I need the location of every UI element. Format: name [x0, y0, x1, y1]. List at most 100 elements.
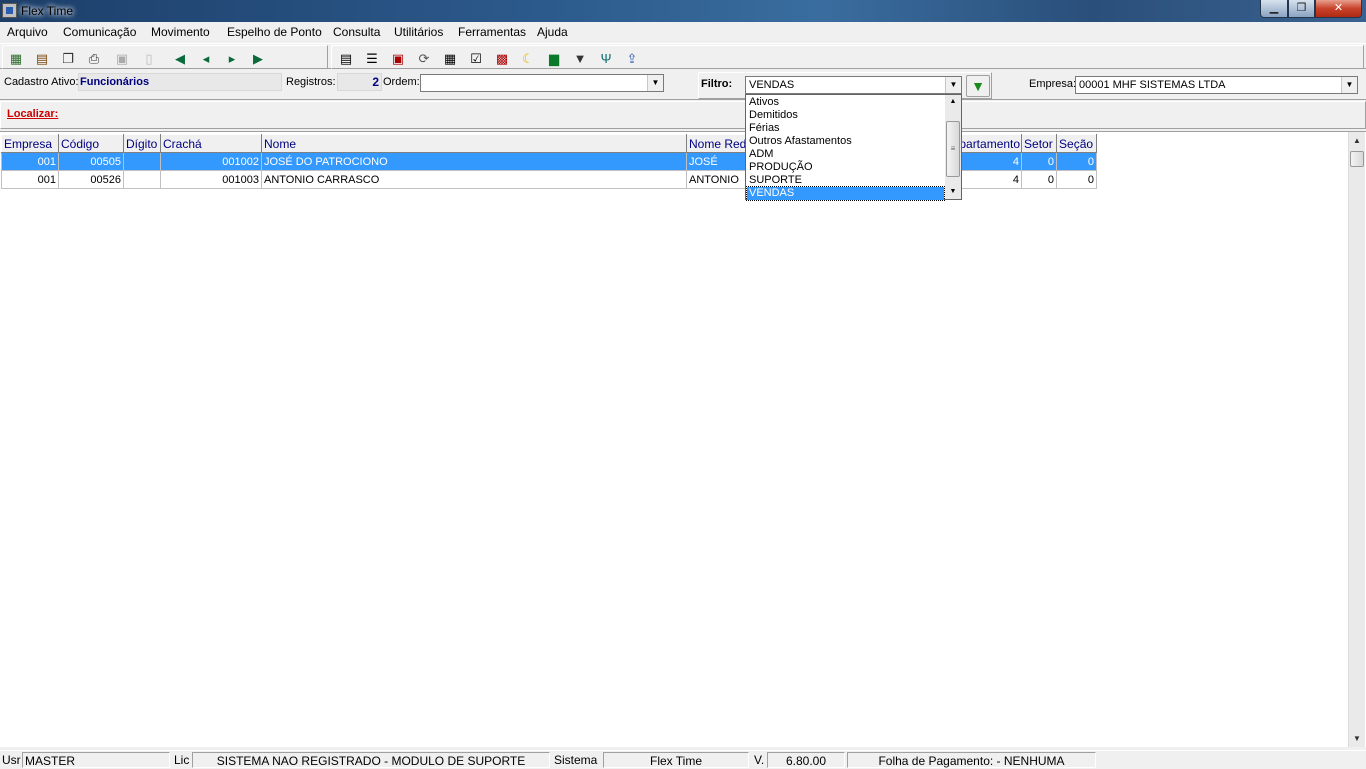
filtro-option[interactable]: PRODUÇÃO — [747, 161, 944, 174]
folha-pagamento-status: Folha de Pagamento: - NENHUMA — [847, 752, 1096, 768]
col-codigo[interactable]: Código — [58, 134, 124, 153]
ordem-select[interactable]: ▼ — [420, 74, 664, 92]
menu-movimento[interactable]: Movimento — [151, 25, 210, 39]
toolbar-group-records: ▦ ▤ ❐ ⎙ ▣ ▯ ◀ ◂ ▸ ▶ — [2, 45, 328, 69]
filtro-option[interactable]: Férias — [747, 122, 944, 135]
new-record-icon[interactable]: ▦ — [7, 49, 25, 67]
scroll-up-arrow-icon[interactable]: ▲ — [945, 95, 961, 109]
print-icon[interactable]: ⎙ — [85, 49, 103, 67]
minimize-button[interactable]: ▁ — [1260, 0, 1288, 18]
window-title: Flex Time — [21, 4, 74, 18]
cell-codigo: 00526 — [58, 170, 124, 189]
cell-digito — [123, 152, 161, 171]
filter-tool-icon[interactable]: Ψ — [597, 49, 615, 67]
filtro-dropdown-list: Ativos Demitidos Férias Outros Afastamen… — [745, 94, 962, 201]
scroll-up-arrow-icon[interactable]: ▲ — [1349, 132, 1365, 149]
maximize-button[interactable]: ❐ — [1288, 0, 1315, 18]
export-icon[interactable]: ⇪ — [623, 49, 641, 67]
chevron-down-icon[interactable]: ▼ — [945, 77, 961, 93]
toolbar: ▦ ▤ ❐ ⎙ ▣ ▯ ◀ ◂ ▸ ▶ ▤ ☰ ▣ ⟳ ▦ ☑ ▩ ☾ ▆ ▼ … — [0, 43, 1366, 69]
cell-empresa: 001 — [1, 170, 59, 189]
filtro-option[interactable]: ADM — [747, 148, 944, 161]
cell-secao: 0 — [1056, 170, 1098, 189]
registros-label: Registros: — [286, 76, 336, 88]
schedule-icon[interactable]: ▩ — [493, 49, 511, 67]
scroll-thumb[interactable] — [1350, 151, 1364, 167]
status-bar: Usr MASTER Lic SISTEMA NAO REGISTRADO - … — [0, 750, 1366, 768]
col-nome[interactable]: Nome — [261, 134, 687, 153]
col-cracha[interactable]: Crachá — [160, 134, 262, 153]
filtro-option-selected[interactable]: VENDAS — [746, 186, 945, 201]
first-record-icon[interactable]: ◀ — [171, 49, 189, 67]
filtro-option[interactable]: Ativos — [747, 96, 944, 109]
sign-icon[interactable]: ▼ — [571, 49, 589, 67]
empresa-label: Empresa: — [1029, 78, 1077, 90]
cell-nome: ANTONIO CARRASCO — [261, 170, 687, 189]
menu-ajuda[interactable]: Ajuda — [537, 25, 568, 39]
col-secao[interactable]: Seção — [1056, 134, 1098, 153]
previous-record-icon[interactable]: ◂ — [197, 49, 215, 67]
localizar-label: Localizar: — [7, 108, 59, 120]
blank-document-icon[interactable]: ▯ — [140, 49, 158, 67]
edit-record-icon[interactable]: ▤ — [33, 49, 51, 67]
filtro-option[interactable]: Outros Afastamentos — [747, 135, 944, 148]
col-empresa[interactable]: Empresa — [1, 134, 59, 153]
lic-label: Lic — [174, 753, 190, 767]
next-record-icon[interactable]: ▸ — [223, 49, 241, 67]
filtro-select[interactable]: VENDAS ▼ — [745, 76, 962, 94]
versao-label: V. — [754, 753, 765, 767]
save-icon[interactable]: ▣ — [113, 49, 131, 67]
filtro-option[interactable]: SUPORTE — [747, 174, 944, 187]
lic-value: SISTEMA NAO REGISTRADO - MODULO DE SUPOR… — [192, 752, 550, 768]
table-icon[interactable]: ▦ — [441, 49, 459, 67]
menu-ferramentas[interactable]: Ferramentas — [458, 25, 526, 39]
employee-grid: Empresa Código Dígito Crachá Nome Nome R… — [0, 131, 1366, 747]
registros-value: 2 — [372, 75, 379, 89]
empresa-value: 00001 MHF SISTEMAS LTDA — [1079, 79, 1226, 91]
apply-filter-funnel-icon[interactable]: ▼ — [966, 75, 990, 97]
sistema-label: Sistema — [554, 753, 598, 767]
excel-icon[interactable]: ▆ — [545, 49, 563, 67]
chevron-down-icon[interactable]: ▼ — [647, 75, 663, 91]
report-icon[interactable]: ▤ — [337, 49, 355, 67]
title-bar: Flex Time ▁ ❐ ✕ — [0, 0, 1366, 22]
cell-codigo: 00505 — [58, 152, 124, 171]
calendar-icon[interactable]: ▣ — [389, 49, 407, 67]
registros-box: 2 — [337, 73, 382, 91]
cell-nome: JOSÉ DO PATROCIONO — [261, 152, 687, 171]
scroll-down-arrow-icon[interactable]: ▼ — [1349, 730, 1365, 747]
cadastro-ativo-label: Cadastro Ativo: — [4, 76, 79, 88]
empresa-select[interactable]: 00001 MHF SISTEMAS LTDA ▼ — [1075, 76, 1358, 94]
usr-label: Usr — [2, 753, 21, 767]
menu-comunicacao[interactable]: Comunicação — [63, 25, 136, 39]
cell-empresa: 001 — [1, 152, 59, 171]
close-button[interactable]: ✕ — [1315, 0, 1362, 18]
filtro-option[interactable]: Demitidos — [747, 109, 944, 122]
moon-icon[interactable]: ☾ — [519, 49, 537, 67]
filtro-value: VENDAS — [749, 79, 795, 91]
cadastro-ativo-value: Funcionários — [80, 76, 150, 88]
cell-setor: 0 — [1021, 152, 1058, 171]
checklist-icon[interactable]: ☑ — [467, 49, 485, 67]
chevron-down-icon[interactable]: ▼ — [1341, 77, 1357, 93]
col-setor[interactable]: Setor — [1021, 134, 1058, 153]
col-digito[interactable]: Dígito — [123, 134, 161, 153]
ordem-label: Ordem: — [383, 76, 420, 88]
last-record-icon[interactable]: ▶ — [249, 49, 267, 67]
versao-value: 6.80.00 — [767, 752, 845, 768]
app-icon[interactable] — [2, 3, 17, 18]
grid-vertical-scrollbar[interactable]: ▲ ▼ — [1348, 132, 1365, 747]
list-icon[interactable]: ☰ — [363, 49, 381, 67]
cadastro-ativo-box: Funcionários — [78, 73, 282, 91]
scroll-down-arrow-icon[interactable]: ▼ — [945, 185, 961, 199]
copy-record-icon[interactable]: ❐ — [59, 49, 77, 67]
menu-espelho-de-ponto[interactable]: Espelho de Ponto — [227, 25, 322, 39]
menu-consulta[interactable]: Consulta — [333, 25, 380, 39]
usr-value: MASTER — [22, 752, 170, 768]
scroll-thumb[interactable]: ≡ — [946, 121, 960, 177]
refresh-icon[interactable]: ⟳ — [415, 49, 433, 67]
menu-utilitarios[interactable]: Utilitários — [394, 25, 443, 39]
menu-arquivo[interactable]: Arquivo — [7, 25, 48, 39]
filtro-label: Filtro: — [701, 78, 733, 90]
dropdown-scrollbar[interactable]: ▲ ≡ ▼ — [945, 95, 961, 199]
